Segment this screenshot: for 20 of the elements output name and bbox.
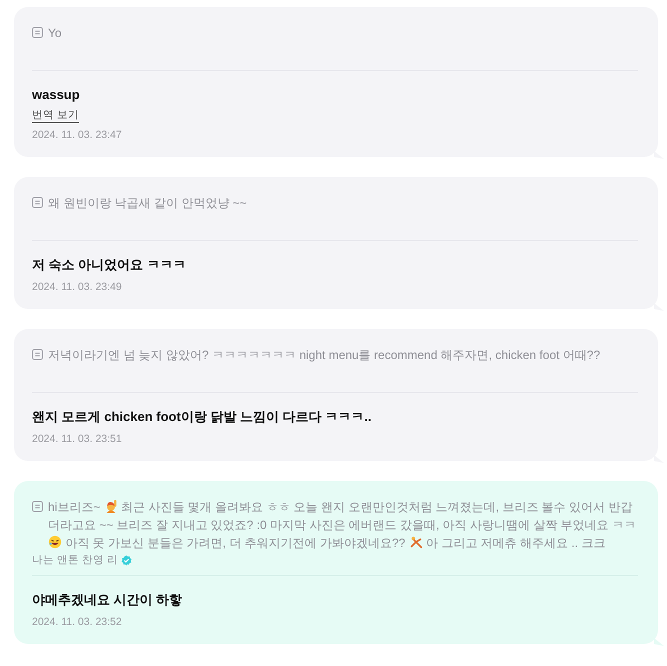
timestamp: 2024. 11. 03. 23:49 [32,281,123,293]
timestamp: 2024. 11. 03. 23:52 [32,616,123,628]
reply-text: 왠지 모르게 chicken foot이랑 닭발 느낌이 다르다 ㅋㅋㅋ.. [32,408,372,426]
author-name: 나는 앤톤 찬영 리 [32,553,118,567]
note-icon [32,501,43,512]
reply-text: 야메추겠네요 시간이 하핳 [32,591,184,609]
reply-text: 저 숙소 아니었어요 ㅋㅋㅋ [32,256,187,274]
quoted-post-text: hi브리즈~ 최근 사진들 몇개 올려봐요 ㅎㅎ 오늘 왠지 오랜만인것처럼 느껴졌는데, 브리즈 볼수 있어서 반갑더라고요 ~~ 브리즈 잘 지내고 있었죠? :0 마지막 사진은 에버랜드 갔을때, 아직 사랑니땜에 살짝 부었네요 ㅋㅋ 아직 못 가보신 분들은 가려면, 더 추워지기전에 가봐야겠네요?? 아 그리고 저메츄 해주세요 .. 크크 [48,498,638,552]
timestamp: 2024. 11. 03. 23:51 [32,433,123,445]
quoted-post-text: Yo [48,25,62,42]
quoted-post-text: 저녁이라기엔 넘 늦지 않았어? ㅋㅋㅋㅋㅋㅋㅋ night menu를 recommend 해주자면, chicken foot 어때?? [48,347,600,364]
note-icon [32,27,43,38]
timestamp: 2024. 11. 03. 23:47 [32,129,123,141]
quoted-post-text: 왜 원빈이랑 낙곱새 같이 안먹었냥 ~~ [48,195,247,212]
translate-link[interactable]: 번역 보기 [32,109,79,123]
note-icon [32,349,43,360]
cartwheel-figure-icon [408,535,423,549]
note-icon [32,197,43,208]
reply-text: wassup [32,86,81,104]
laughing-face-icon [48,535,62,549]
